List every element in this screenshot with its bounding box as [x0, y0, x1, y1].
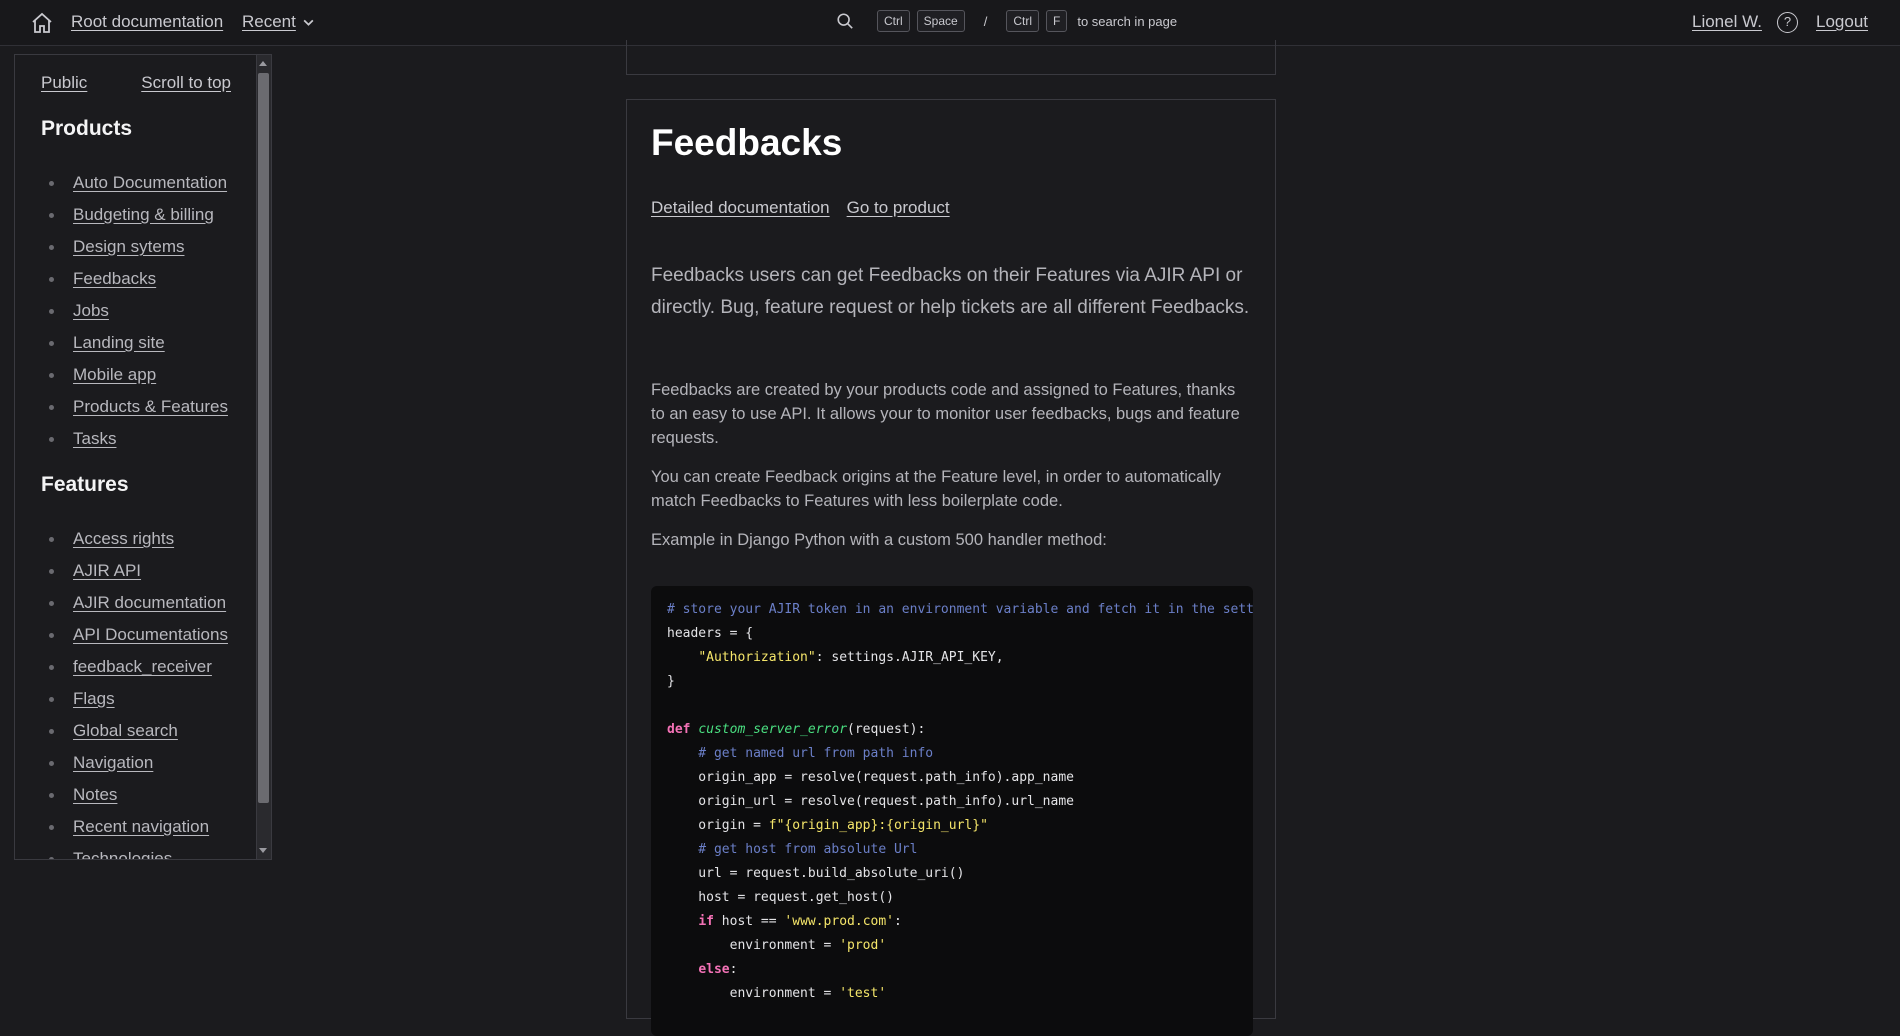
sidebar-feature-item[interactable]: AJIR documentation [41, 587, 228, 619]
scroll-to-top-link[interactable]: Scroll to top [141, 73, 231, 93]
previous-card [626, 40, 1276, 75]
features-heading: Features [41, 473, 129, 496]
sidebar-product-item[interactable]: Products & Features [41, 391, 228, 423]
sidebar-feature-item[interactable]: Notes [41, 779, 228, 811]
sidebar-feature-item-label[interactable]: API Documentations [73, 625, 228, 645]
search-hint[interactable]: Ctrl Space / Ctrl F to search in page [836, 10, 1177, 32]
code-line: host = request.get_host() [667, 890, 894, 905]
sidebar-feature-item[interactable]: Recent navigation [41, 811, 228, 843]
sidebar-product-item-label[interactable]: Auto Documentation [73, 173, 227, 193]
sidebar-feature-item-label[interactable]: Navigation [73, 753, 153, 773]
code-line: environment = 'prod' [667, 938, 887, 953]
sidebar-feature-item[interactable]: AJIR API [41, 555, 228, 587]
code-line: else: [698, 962, 738, 977]
code-line: # get host from absolute Url [667, 842, 918, 857]
sidebar-product-item[interactable]: Tasks [41, 423, 228, 455]
sidebar-product-item-label[interactable]: Tasks [73, 429, 116, 449]
help-icon[interactable]: ? [1777, 12, 1798, 33]
sidebar-feature-item-label[interactable]: AJIR API [73, 561, 141, 581]
code-line: # get named url from path info [667, 746, 934, 761]
sidebar-feature-item[interactable]: feedback_receiver [41, 651, 228, 683]
paragraph-1: Feedbacks are created by your products c… [651, 381, 1240, 447]
scroll-down-arrow[interactable] [259, 848, 267, 853]
sidebar-product-item[interactable]: Feedbacks [41, 263, 228, 295]
code-line: if host == 'www.prod.com': [698, 914, 902, 929]
sidebar-product-item-label[interactable]: Feedbacks [73, 269, 156, 289]
sidebar-product-item[interactable]: Jobs [41, 295, 228, 327]
sidebar-feature-item-label[interactable]: Technologies [73, 849, 172, 859]
code-line: # store your AJIR token in an environmen… [667, 602, 1253, 617]
card-links: Detailed documentation Go to product [651, 198, 950, 218]
sidebar-feature-item[interactable]: Access rights [41, 523, 228, 555]
page-title: Feedbacks [651, 122, 843, 163]
sidebar-product-item[interactable]: Mobile app [41, 359, 228, 391]
scrollbar-thumb[interactable] [258, 73, 269, 803]
sidebar-product-item-label[interactable]: Products & Features [73, 397, 228, 417]
sidebar-feature-item-label[interactable]: AJIR documentation [73, 593, 226, 613]
sidebar-product-item-label[interactable]: Budgeting & billing [73, 205, 214, 225]
sidebar-product-item[interactable]: Design sytems [41, 231, 228, 263]
kbd-f: F [1046, 10, 1068, 32]
code-line: environment = 'test' [667, 986, 887, 1001]
recent-menu[interactable]: Recent [242, 12, 315, 32]
features-list: Access rights AJIR API AJIR documentation A… [41, 523, 228, 859]
sidebar-product-item-label[interactable]: Landing site [73, 333, 165, 353]
sidebar-feature-item[interactable]: Flags [41, 683, 228, 715]
sidebar-feature-item-label[interactable]: feedback_receiver [73, 657, 212, 677]
sidebar-top-links: Public Scroll to top [41, 73, 231, 93]
sidebar-scrollbar[interactable] [256, 55, 271, 859]
kbd-ctrl: Ctrl [877, 10, 910, 32]
paragraph-2: You can create Feedback origins at the F… [651, 468, 1221, 510]
user-link[interactable]: Lionel W. [1692, 12, 1762, 32]
paragraph-3: Example in Django Python with a custom 5… [651, 531, 1107, 549]
code-block[interactable]: # store your AJIR token in an environmen… [651, 586, 1253, 1036]
sidebar-feature-item[interactable]: API Documentations [41, 619, 228, 651]
chevron-down-icon [303, 19, 314, 26]
sidebar-feature-item-label[interactable]: Access rights [73, 529, 174, 549]
sidebar-feature-item[interactable]: Global search [41, 715, 228, 747]
sidebar-product-item-label[interactable]: Mobile app [73, 365, 156, 385]
home-icon[interactable] [30, 11, 54, 35]
recent-label: Recent [242, 12, 296, 31]
sidebar: Public Scroll to top Products Auto Docum… [14, 54, 272, 860]
search-hint-text: to search in page [1077, 13, 1178, 29]
search-icon[interactable] [836, 12, 854, 30]
code-line: origin_url = resolve(request.path_info).… [667, 794, 1074, 809]
scroll-up-arrow[interactable] [259, 61, 267, 66]
detailed-documentation-link[interactable]: Detailed documentation [651, 198, 830, 218]
shortcut-separator: / [983, 13, 988, 29]
sidebar-product-item[interactable]: Landing site [41, 327, 228, 359]
sidebar-feature-item-label[interactable]: Global search [73, 721, 178, 741]
lead-paragraph: Feedbacks users can get Feedbacks on the… [651, 265, 1250, 318]
root-documentation-link[interactable]: Root documentation [71, 12, 223, 32]
code-line: } [667, 674, 675, 689]
products-heading: Products [41, 117, 133, 140]
kbd-space: Space [916, 10, 965, 32]
logout-link[interactable]: Logout [1816, 12, 1868, 32]
code-line: origin = f"{origin_app}:{origin_url}" [667, 818, 988, 833]
sidebar-feature-item-label[interactable]: Flags [73, 689, 115, 709]
sidebar-product-item-label[interactable]: Jobs [73, 301, 109, 321]
sidebar-product-item-label[interactable]: Design sytems [73, 237, 184, 257]
sidebar-feature-item[interactable]: Navigation [41, 747, 228, 779]
go-to-product-link[interactable]: Go to product [847, 198, 950, 218]
code-line: def custom_server_error(request): [667, 722, 926, 737]
feedbacks-card: Feedbacks Detailed documentation Go to p… [626, 99, 1276, 1036]
sidebar-product-item[interactable]: Auto Documentation [41, 167, 228, 199]
sidebar-feature-item-label[interactable]: Recent navigation [73, 817, 209, 837]
public-link[interactable]: Public [41, 73, 87, 93]
kbd-ctrl: Ctrl [1006, 10, 1039, 32]
code-line: url = request.build_absolute_uri() [667, 866, 965, 881]
sidebar-feature-item-label[interactable]: Notes [73, 785, 117, 805]
sidebar-product-item[interactable]: Budgeting & billing [41, 199, 228, 231]
code-line: headers = { [667, 626, 754, 641]
products-list: Auto Documentation Budgeting & billing Des… [41, 167, 228, 455]
sidebar-feature-item[interactable]: Technologies [41, 843, 228, 859]
code-line: origin_app = resolve(request.path_info).… [667, 770, 1074, 785]
code-line: "Authorization": settings.AJIR_API_KEY, [698, 650, 1004, 665]
